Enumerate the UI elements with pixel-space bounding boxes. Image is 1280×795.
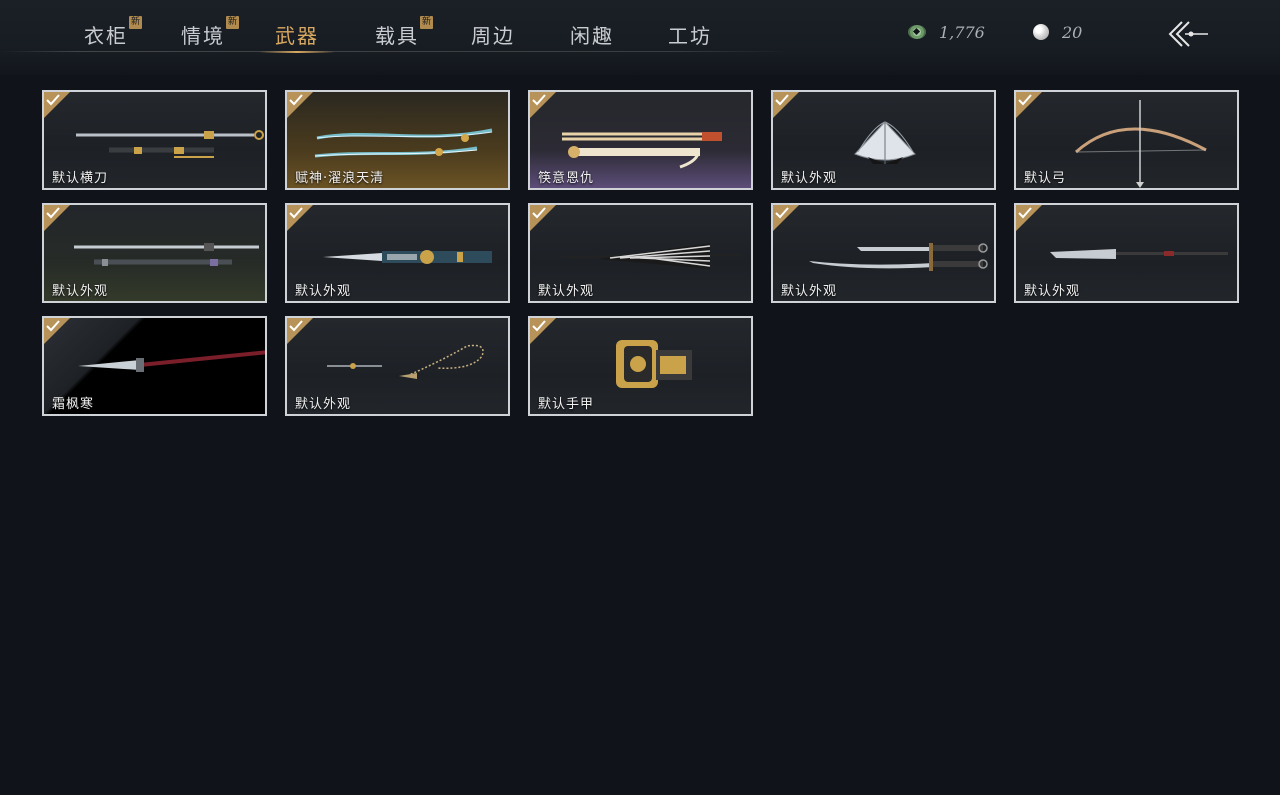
back-button[interactable]: [1166, 19, 1210, 49]
pearl-amount: 20: [1062, 22, 1083, 42]
weapon-card[interactable]: 默认弓: [1014, 90, 1239, 190]
jade-coin-currency: 1,776: [908, 20, 985, 44]
tab-leisure[interactable]: 闲趣: [570, 20, 614, 52]
tab-label: 载具: [375, 24, 419, 48]
item-label: 默认外观: [295, 284, 352, 299]
item-label: 筷意恩仇: [538, 171, 595, 186]
tab-label: 情境: [181, 24, 225, 48]
back-arrow-icon: [1168, 21, 1208, 47]
tab-label: 衣柜: [84, 24, 128, 48]
tab-label: 工坊: [668, 24, 712, 48]
item-label: 默认外观: [538, 284, 595, 299]
jade-coin-amount: 1,776: [939, 22, 985, 42]
pearl-currency: 20: [1033, 20, 1082, 44]
jade-coin-icon: [908, 25, 926, 39]
weapon-card[interactable]: 默认外观: [1014, 203, 1239, 303]
weapon-card[interactable]: 默认外观: [771, 203, 996, 303]
weapon-card[interactable]: 默认外观: [528, 203, 753, 303]
item-label: 默认外观: [1024, 284, 1081, 299]
item-label: 默认外观: [52, 284, 109, 299]
weapon-card[interactable]: 赋神·濯浪天清: [285, 90, 510, 190]
tab-label: 闲趣: [570, 24, 614, 48]
tab-wardrobe[interactable]: 衣柜 新: [84, 16, 142, 52]
tab-workshop[interactable]: 工坊: [668, 20, 712, 52]
weapon-card[interactable]: 霜枫寒: [42, 316, 267, 416]
weapon-card[interactable]: 默认横刀: [42, 90, 267, 190]
pearl-icon: [1033, 24, 1049, 40]
weapon-card[interactable]: 默认手甲: [528, 316, 753, 416]
tab-vehicles[interactable]: 载具 新: [375, 16, 433, 52]
tab-weapons[interactable]: 武器: [259, 20, 335, 53]
tab-scenes[interactable]: 情境 新: [181, 16, 239, 52]
weapon-card[interactable]: 默认外观: [285, 316, 510, 416]
new-badge: 新: [420, 16, 433, 29]
item-label: 默认外观: [295, 397, 352, 412]
tab-peripherals[interactable]: 周边: [471, 20, 515, 52]
item-label: 霜枫寒: [52, 397, 95, 412]
weapon-card[interactable]: 默认外观: [771, 90, 996, 190]
new-badge: 新: [129, 16, 142, 29]
item-label: 赋神·濯浪天清: [295, 171, 385, 186]
active-tab-underline: [259, 51, 335, 53]
tab-label: 武器: [275, 24, 319, 48]
weapon-card[interactable]: 筷意恩仇: [528, 90, 753, 190]
tab-label: 周边: [471, 24, 515, 48]
weapon-card[interactable]: 默认外观: [42, 203, 267, 303]
item-label: 默认外观: [781, 284, 838, 299]
item-label: 默认外观: [781, 171, 838, 186]
new-badge: 新: [226, 16, 239, 29]
item-label: 默认横刀: [52, 171, 109, 186]
item-label: 默认弓: [1024, 171, 1067, 186]
weapon-card[interactable]: 默认外观: [285, 203, 510, 303]
item-label: 默认手甲: [538, 397, 595, 412]
